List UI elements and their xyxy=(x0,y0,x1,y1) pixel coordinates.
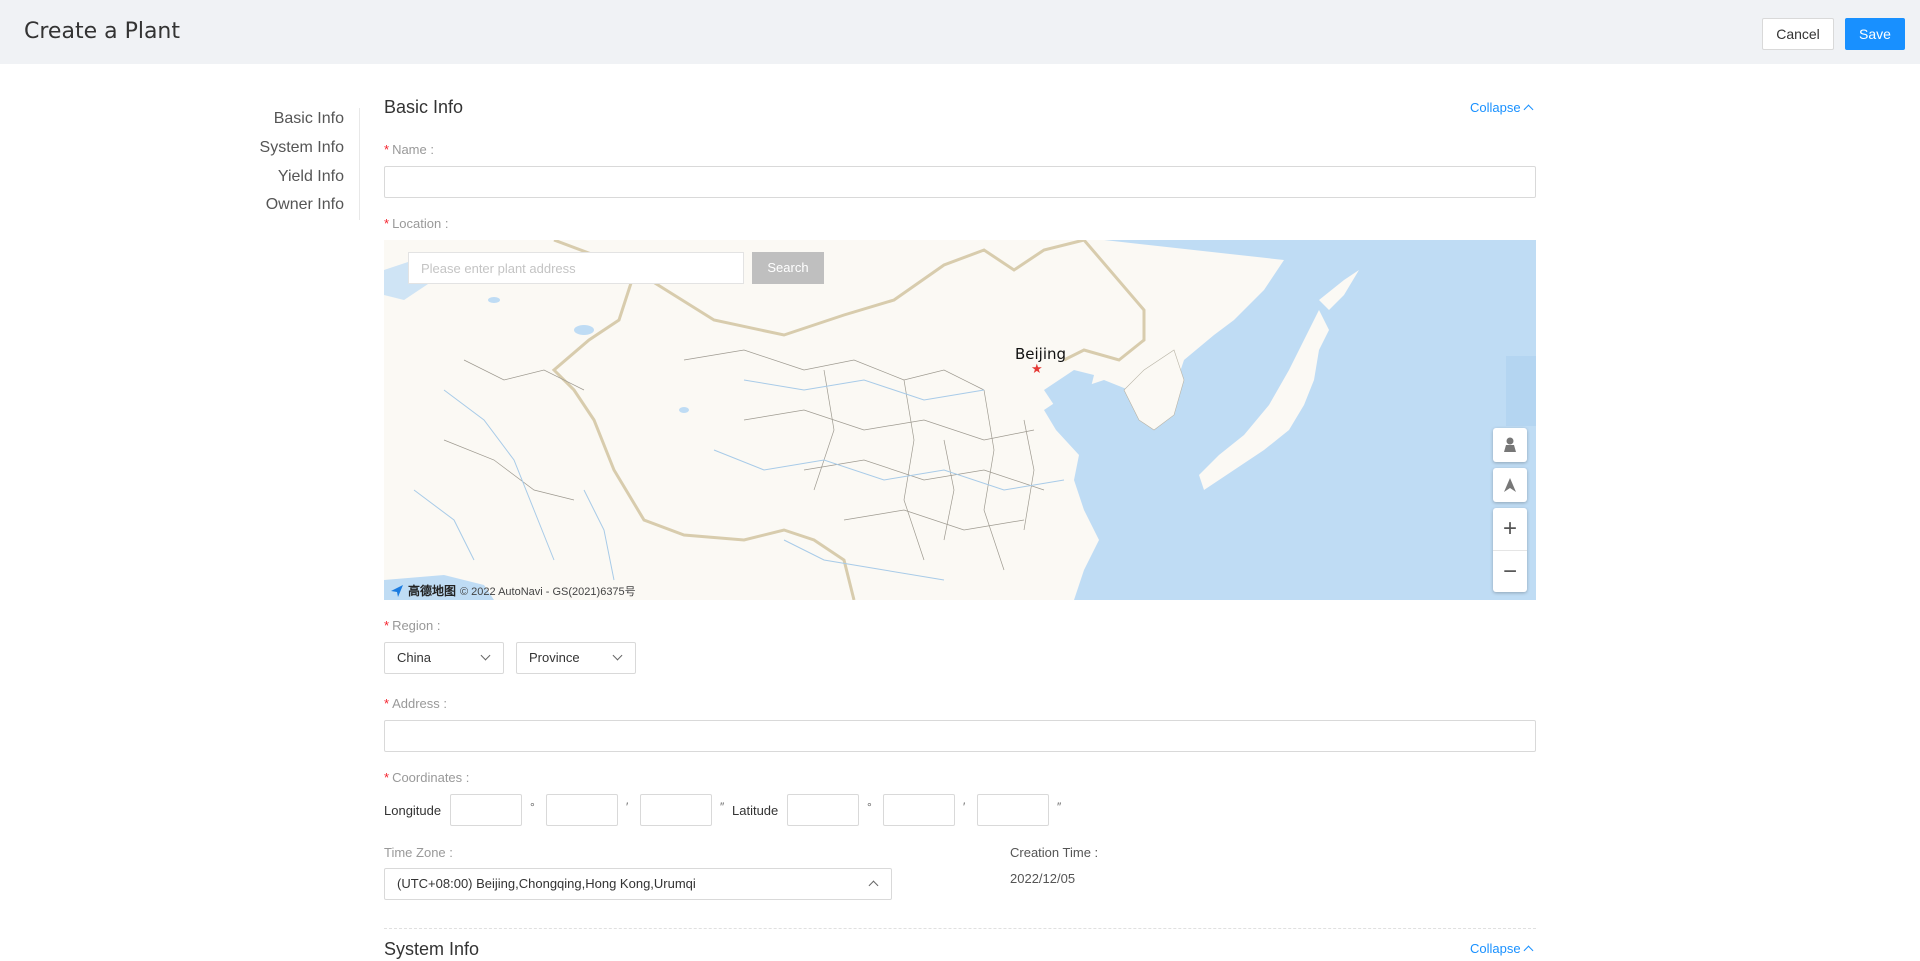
capital-star-icon: ★ xyxy=(1031,361,1043,376)
top-bar: Create a Plant Cancel Save xyxy=(0,0,1920,64)
second-unit: ″ xyxy=(1057,800,1062,814)
timezone-select[interactable]: (UTC+08:00) Beijing,Chongqing,Hong Kong,… xyxy=(384,868,892,900)
creation-time-label: Creation Time : xyxy=(1010,845,1099,860)
map-zoom-control: + − xyxy=(1493,508,1527,592)
degree-unit: ° xyxy=(867,800,872,814)
required-mark: * xyxy=(384,142,390,157)
required-mark: * xyxy=(384,216,390,231)
region-label-text: Region : xyxy=(392,618,441,633)
anchor-yield-info[interactable]: Yield Info xyxy=(278,168,344,186)
map-zoom-out-button[interactable]: − xyxy=(1493,550,1527,592)
chevron-up-icon xyxy=(1523,104,1534,115)
province-select-value: Province xyxy=(529,650,580,665)
location-label-text: Location : xyxy=(392,216,449,231)
required-mark: * xyxy=(384,696,390,711)
save-button[interactable]: Save xyxy=(1845,18,1905,50)
name-label: * Name : xyxy=(384,142,434,157)
country-select-value: China xyxy=(397,650,431,665)
anchor-owner-info[interactable]: Owner Info xyxy=(266,196,344,214)
latitude-minutes-input[interactable] xyxy=(883,794,955,826)
longitude-degrees-input[interactable] xyxy=(450,794,522,826)
basic-info-collapse-link[interactable]: Collapse xyxy=(1470,100,1534,115)
basic-info-title: Basic Info xyxy=(384,97,464,117)
latitude-degrees-input[interactable] xyxy=(787,794,859,826)
name-input[interactable] xyxy=(384,166,1536,198)
address-label: * Address : xyxy=(384,696,447,711)
longitude-seconds-input[interactable] xyxy=(640,794,712,826)
cancel-button[interactable]: Cancel xyxy=(1762,18,1834,50)
section-divider xyxy=(384,928,1536,929)
creation-time-value: 2022/12/05 xyxy=(1010,871,1076,886)
latitude-label: Latitude xyxy=(732,803,779,818)
section-anchor-nav: Basic Info System Info Yield Info Owner … xyxy=(240,108,360,220)
coordinates-label: * Coordinates : xyxy=(384,770,469,785)
collapse-label: Collapse xyxy=(1470,100,1521,115)
name-label-text: Name : xyxy=(392,142,434,157)
page-title: Create a Plant xyxy=(24,19,180,44)
longitude-minutes-input[interactable] xyxy=(546,794,618,826)
chevron-down-icon xyxy=(612,650,623,661)
minute-unit: ′ xyxy=(626,800,629,814)
latitude-seconds-input[interactable] xyxy=(977,794,1049,826)
location-map[interactable]: Search Beijing ★ + − 高德地图 © 2022 AutoNav… xyxy=(384,240,1536,600)
degree-unit: ° xyxy=(530,800,535,814)
address-label-text: Address : xyxy=(392,696,447,711)
map-attribution: 高德地图 © 2022 AutoNavi - GS(2021)6375号 xyxy=(390,582,636,599)
system-info-collapse-link[interactable]: Collapse xyxy=(1470,941,1534,956)
location-label: * Location : xyxy=(384,216,448,231)
map-copyright: © 2022 AutoNavi - GS(2021)6375号 xyxy=(460,585,636,598)
province-select[interactable]: Province xyxy=(516,642,636,674)
map-search-button[interactable]: Search xyxy=(752,252,824,284)
map-street-view-button[interactable] xyxy=(1493,428,1527,462)
timezone-select-value: (UTC+08:00) Beijing,Chongqing,Hong Kong,… xyxy=(397,876,696,891)
coordinates-label-text: Coordinates : xyxy=(392,770,470,785)
map-address-search-input[interactable] xyxy=(408,252,744,284)
minute-unit: ′ xyxy=(963,800,966,814)
anchor-system-info[interactable]: System Info xyxy=(260,139,344,157)
anchor-basic-info[interactable]: Basic Info xyxy=(274,110,344,128)
longitude-label: Longitude xyxy=(384,803,442,818)
timezone-label: Time Zone : xyxy=(384,845,453,860)
navigation-arrow-icon xyxy=(1504,478,1516,492)
second-unit: ″ xyxy=(720,800,725,814)
address-input[interactable] xyxy=(384,720,1536,752)
map-zoom-in-button[interactable]: + xyxy=(1493,508,1527,550)
map-logo-text: 高德地图 xyxy=(408,584,457,598)
map-locate-button[interactable] xyxy=(1493,468,1527,502)
chevron-up-icon xyxy=(868,880,879,891)
required-mark: * xyxy=(384,618,390,633)
required-mark: * xyxy=(384,770,390,785)
map-tiles xyxy=(384,240,1536,600)
map-logo-icon xyxy=(391,584,403,597)
system-info-title: System Info xyxy=(384,939,480,959)
chevron-up-icon xyxy=(1523,945,1534,956)
region-label: * Region : xyxy=(384,618,440,633)
chevron-down-icon xyxy=(480,650,491,661)
collapse-label: Collapse xyxy=(1470,941,1521,956)
country-select[interactable]: China xyxy=(384,642,504,674)
person-pin-icon xyxy=(1504,437,1516,452)
